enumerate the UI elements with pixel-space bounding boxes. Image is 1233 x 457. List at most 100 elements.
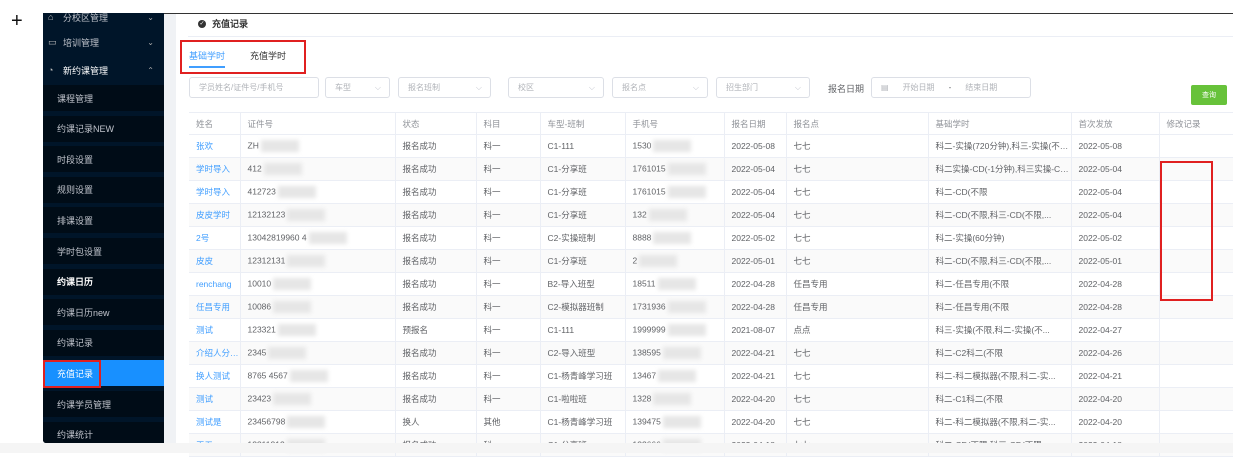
- table-cell: 2022-04-21: [1071, 364, 1160, 388]
- tab-basic-hours[interactable]: 基础学时: [189, 49, 225, 62]
- class-type-select[interactable]: 报名班制 ⌵: [398, 77, 491, 98]
- table-cell: 2022-04-20: [1071, 387, 1160, 411]
- sidebar-item-label: 培训管理: [63, 37, 100, 48]
- student-name-link[interactable]: 学时导入: [189, 157, 241, 181]
- student-name-link[interactable]: 皮皮: [189, 249, 241, 273]
- dept-select[interactable]: 招生部门 ⌵: [716, 77, 810, 98]
- table-cell: C2-模拟器班制: [540, 295, 626, 319]
- sidebar-item-sub[interactable]: 约课记录: [43, 329, 164, 356]
- chevron-down-icon: ⌵: [475, 82, 482, 92]
- cell-text: 2022-05-08: [731, 141, 775, 151]
- student-name-link[interactable]: renchang: [189, 272, 241, 296]
- end-date-input[interactable]: 结束日期: [965, 82, 997, 93]
- cell-text: 2021-08-07: [731, 325, 775, 335]
- table-cell: 科一: [476, 157, 541, 181]
- table-cell: [1159, 318, 1233, 342]
- cell-text: 科一: [483, 233, 501, 243]
- table-cell: 科一: [476, 295, 541, 319]
- column-header: 基础学时: [928, 112, 1072, 135]
- redaction: [648, 209, 687, 221]
- sidebar-item-sub[interactable]: 约课学员管理: [43, 391, 164, 417]
- search-input[interactable]: 学员姓名/证件号/手机号: [189, 77, 319, 98]
- table-cell: 报名成功: [395, 203, 477, 227]
- redaction: [273, 393, 312, 405]
- table-cell: [1159, 410, 1233, 434]
- student-name-link[interactable]: 任昌专用: [189, 295, 241, 319]
- sidebar-item-sub[interactable]: 约课日历: [43, 268, 164, 295]
- student-name-link[interactable]: 测试: [189, 318, 241, 342]
- cell-text: 2022-05-04: [1078, 210, 1122, 220]
- student-name-link[interactable]: 皮皮学时: [189, 203, 241, 227]
- cell-text: 科二-任昌专用(不限: [935, 279, 1010, 289]
- table-cell: 1761015: [625, 180, 725, 204]
- table-cell: [1159, 180, 1233, 204]
- student-name-link[interactable]: 换人测试: [189, 364, 241, 388]
- cell-text: 七七: [793, 210, 811, 220]
- cell-text: 科一: [483, 371, 501, 381]
- chevron-up-icon: ⌃: [147, 65, 154, 75]
- sidebar-item-sub[interactable]: 排课设置: [43, 207, 164, 234]
- table-cell: 8765 4567: [240, 364, 396, 388]
- table-row: 学时导入 412 报名成功 科一 C1-分享班 1761015 2022-05-04 七七 科二…: [189, 157, 1233, 181]
- sidebar-item-sub[interactable]: 课程管理: [43, 85, 164, 111]
- cell-text: 2022-04-28: [1078, 302, 1122, 312]
- table-cell: C1-分享班: [540, 157, 626, 181]
- cell-text: B2-导入班型: [547, 279, 595, 289]
- sidebar-item-sub[interactable]: 学时包设置: [43, 238, 164, 264]
- table-cell: 七七: [786, 203, 929, 227]
- site-select[interactable]: 报名点 ⌵: [612, 77, 708, 98]
- student-name-link[interactable]: 测试: [189, 387, 241, 411]
- student-name-link[interactable]: 学时导入: [189, 180, 241, 204]
- table-cell: 预报名: [395, 318, 477, 342]
- table-row: 介绍人分教练 2345 报名成功 科一 C2-导入班型 138595 2022-04-21 七…: [189, 341, 1233, 365]
- table-cell: 报名成功: [395, 364, 477, 388]
- car-type-select[interactable]: 车型 ⌵: [325, 77, 390, 98]
- chevron-down-icon: ⌵: [794, 82, 801, 92]
- start-date-input[interactable]: 开始日期: [903, 82, 935, 93]
- sidebar-item-sub[interactable]: 规则设置: [43, 176, 164, 203]
- sidebar-item-training[interactable]: ▭ 培训管理 ⌄: [43, 29, 164, 55]
- table-cell: 2345: [240, 341, 396, 365]
- cell-text: 报名成功: [402, 187, 437, 197]
- select-placeholder: 招生部门: [726, 83, 758, 92]
- cell-text: 七七: [793, 394, 811, 404]
- sidebar-item-sub[interactable]: 约课统计: [43, 421, 164, 443]
- cell-text: 科二-实操(60分钟): [935, 233, 1005, 243]
- cell-text: 测试: [196, 325, 214, 335]
- redaction: [653, 393, 692, 405]
- sidebar-item-sub[interactable]: 约课日历new: [43, 299, 164, 326]
- table-row: 皮皮 12312131 报名成功 科一 C1-分享班 2 2022-05-01 七七 科二-C…: [189, 249, 1233, 273]
- table-cell: C1-分享班: [540, 249, 626, 273]
- cell-text: 1999999: [632, 324, 666, 335]
- table-cell: 科一: [476, 272, 541, 296]
- student-name-link[interactable]: 测试是: [189, 410, 241, 434]
- table-cell: 2022-05-04: [1071, 180, 1160, 204]
- date-range-picker[interactable]: ▤ 开始日期 - 结束日期: [871, 77, 1031, 98]
- student-name-link[interactable]: 张欢: [189, 134, 241, 158]
- sidebar-item-label: 约课日历new: [57, 307, 110, 318]
- cell-text: 10086: [247, 301, 272, 312]
- cell-text: 七七: [793, 256, 811, 266]
- tab-recharge-hours[interactable]: 充值学时: [250, 49, 286, 62]
- cell-text: C1-分享班: [547, 187, 587, 197]
- cell-text: 其他: [483, 417, 501, 427]
- student-name-link[interactable]: 介绍人分教练: [189, 341, 241, 365]
- cell-text: C2-模拟器班制: [547, 302, 604, 312]
- sidebar-item-sub[interactable]: 约课记录NEW: [43, 115, 164, 142]
- sidebar-item-label: 约课记录: [57, 338, 94, 349]
- add-icon[interactable]: +: [11, 11, 23, 31]
- cell-text: 任昌专用: [793, 302, 828, 312]
- sidebar-item-sub[interactable]: 充值记录: [43, 360, 164, 387]
- cell-text: 2022-04-28: [1078, 279, 1122, 289]
- campus-select[interactable]: 校区 ⌵: [508, 77, 604, 98]
- table-cell: 2022-04-20: [724, 387, 787, 411]
- cell-text: 23456798: [247, 416, 286, 427]
- table-cell: 2022-04-28: [1071, 295, 1160, 319]
- sidebar-item-branch[interactable]: ⌂ 分校区管理 ⌄: [43, 13, 164, 30]
- sidebar-item-course-booking[interactable]: ◔ 新约课管理 ⌃: [43, 57, 164, 83]
- table-cell: 科二-实操(60分钟): [928, 226, 1072, 250]
- query-button[interactable]: 查询: [1191, 85, 1227, 105]
- cell-text: 报名成功: [402, 256, 437, 266]
- student-name-link[interactable]: 2号: [189, 226, 241, 250]
- sidebar-item-sub[interactable]: 时段设置: [43, 146, 164, 173]
